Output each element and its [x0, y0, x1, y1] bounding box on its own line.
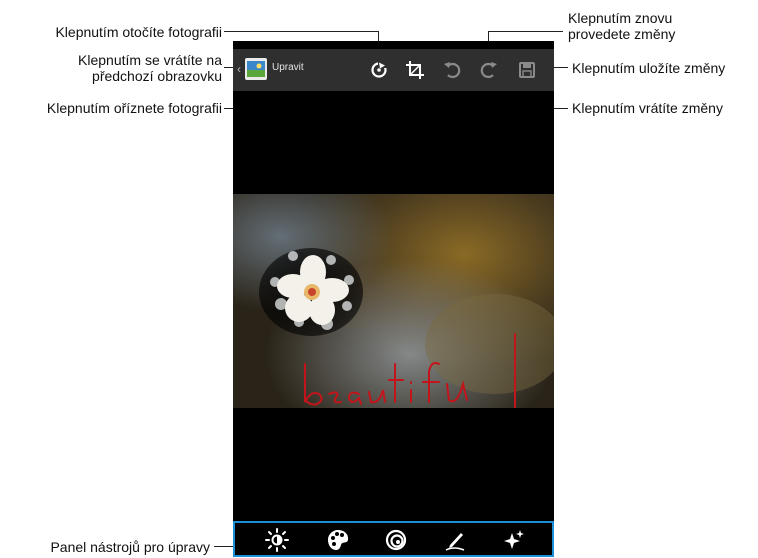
edit-toolbar	[233, 521, 554, 557]
callout-back: Klepnutím se vrátíte na předchozí obrazo…	[78, 52, 222, 84]
callout-redo-line2: provedete změny	[568, 26, 676, 42]
save-icon[interactable]	[514, 57, 540, 83]
app-title: Upravit	[272, 62, 304, 73]
crop-icon[interactable]	[402, 57, 428, 83]
sparkle-icon[interactable]	[501, 527, 527, 553]
leader-toolbar	[214, 546, 234, 547]
callout-save: Klepnutím uložíte změny	[572, 60, 726, 76]
back-caret-icon[interactable]: ‹	[237, 62, 241, 76]
callout-back-line2: předchozí obrazovku	[92, 68, 222, 84]
photo-preview[interactable]	[233, 194, 554, 408]
phone-screen: ‹ Upravit	[233, 41, 554, 557]
color-palette-icon[interactable]	[325, 527, 351, 553]
brightness-icon[interactable]	[264, 527, 290, 553]
leader-redo	[488, 31, 563, 32]
callout-crop: Klepnutím oříznete fotografii	[46, 100, 222, 116]
callout-redo: Klepnutím znovu provedete změny	[568, 10, 675, 42]
action-bar: ‹ Upravit	[233, 49, 554, 91]
callout-redo-line1: Klepnutím znovu	[568, 10, 673, 26]
undo-icon[interactable]	[439, 57, 465, 83]
callout-undo: Klepnutím vrátíte změny	[572, 100, 723, 116]
rotate-icon[interactable]	[366, 57, 392, 83]
callout-back-line1: Klepnutím se vrátíte na	[78, 52, 222, 68]
leader-rotate	[224, 31, 379, 32]
callout-rotate: Klepnutím otočíte fotografii	[55, 24, 222, 40]
draw-icon[interactable]	[442, 527, 468, 553]
redo-icon[interactable]	[476, 57, 502, 83]
callout-toolbar: Panel nástrojů pro úpravy	[50, 539, 210, 555]
effects-icon[interactable]	[383, 527, 409, 553]
gallery-app-icon[interactable]	[245, 58, 267, 80]
